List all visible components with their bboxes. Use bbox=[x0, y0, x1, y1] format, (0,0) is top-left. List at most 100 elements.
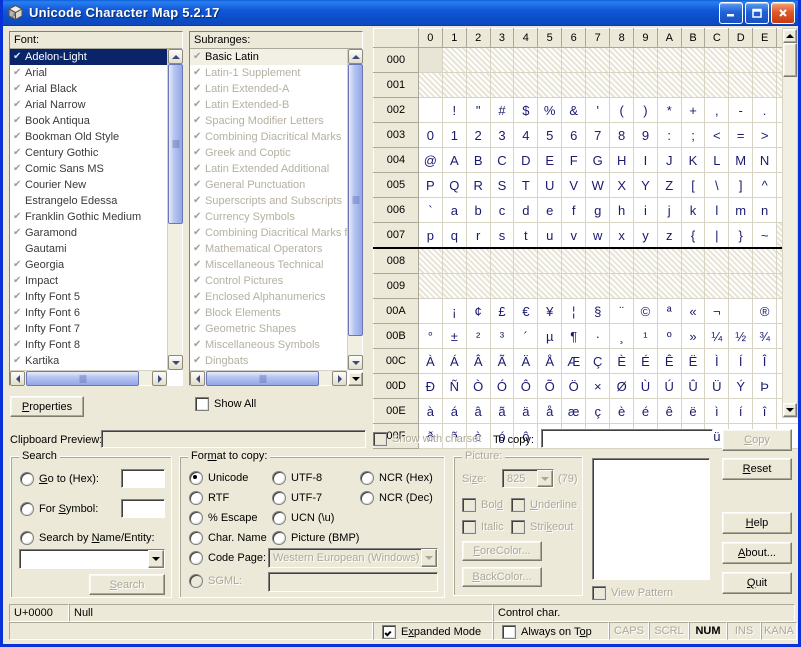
font-scroll-thumb[interactable] bbox=[168, 64, 183, 224]
grid-cell[interactable] bbox=[417, 97, 443, 123]
grid-cell[interactable]: À bbox=[417, 348, 443, 374]
grid-cell[interactable]: h bbox=[609, 197, 635, 223]
grid-cell[interactable]: Ó bbox=[489, 373, 515, 399]
subrange-list-item[interactable]: ✔ Basic Latin bbox=[190, 49, 347, 65]
quit-button[interactable]: Quit bbox=[722, 572, 792, 594]
grid-cell[interactable] bbox=[704, 273, 730, 299]
grid-cell[interactable]: Ä bbox=[513, 348, 539, 374]
subranges-list-hscrollbar[interactable] bbox=[190, 370, 347, 386]
grid-cell[interactable]: Ð bbox=[417, 373, 443, 399]
grid-cell[interactable]: © bbox=[633, 298, 658, 324]
grid-cell[interactable]: ® bbox=[752, 298, 778, 324]
grid-cell[interactable] bbox=[465, 273, 491, 299]
font-list-item[interactable]: ✔ Arial Narrow bbox=[10, 97, 167, 113]
grid-cell[interactable]: K bbox=[680, 147, 706, 173]
reset-button[interactable]: Reset bbox=[722, 458, 792, 480]
grid-cell[interactable] bbox=[728, 247, 754, 274]
grid-cell[interactable] bbox=[656, 273, 682, 299]
grid-cell[interactable]: 5 bbox=[537, 122, 563, 148]
subrange-list-item[interactable]: ✔ Greek and Coptic bbox=[190, 145, 347, 161]
grid-cell[interactable]: v bbox=[561, 222, 587, 249]
grid-cell[interactable] bbox=[537, 273, 563, 299]
grid-cell[interactable] bbox=[513, 47, 539, 73]
subranges-list-vscrollbar[interactable] bbox=[347, 49, 363, 370]
grid-cell[interactable] bbox=[465, 47, 491, 73]
grid-cell[interactable]: ê bbox=[656, 398, 682, 424]
grid-cell[interactable]: 3 bbox=[489, 122, 515, 148]
grid-cell[interactable]: ë bbox=[680, 398, 706, 424]
grid-cell[interactable]: M bbox=[728, 147, 754, 173]
for-symbol-input[interactable] bbox=[121, 499, 165, 518]
grid-cell[interactable] bbox=[489, 47, 515, 73]
grid-cell[interactable]: ¶ bbox=[561, 323, 587, 349]
grid-cell[interactable]: É bbox=[633, 348, 658, 374]
grid-cell[interactable]: Ê bbox=[656, 348, 682, 374]
grid-cell[interactable] bbox=[561, 47, 587, 73]
grid-cell[interactable]: " bbox=[465, 97, 491, 123]
font-list-item[interactable]: ✔ Kartika bbox=[10, 353, 167, 369]
font-list-hscrollbar[interactable] bbox=[10, 370, 167, 386]
subrange-list-item[interactable]: ✔ Mathematical Operators bbox=[190, 241, 347, 257]
subranges-scroll-left-button[interactable] bbox=[190, 371, 205, 386]
font-list-item[interactable]: ✔ Infty Font 8 bbox=[10, 337, 167, 353]
grid-cell[interactable]: # bbox=[489, 97, 515, 123]
maximize-icon[interactable] bbox=[745, 2, 769, 24]
grid-cell[interactable]: j bbox=[656, 197, 682, 223]
grid-cell[interactable] bbox=[537, 47, 563, 73]
grid-cell[interactable]: $ bbox=[513, 97, 539, 123]
grid-cell[interactable]: ' bbox=[585, 97, 611, 123]
grid-cell[interactable] bbox=[441, 247, 467, 274]
grid-cell[interactable]: ¥ bbox=[537, 298, 563, 324]
grid-cell[interactable] bbox=[704, 47, 730, 73]
grid-cell[interactable]: J bbox=[656, 147, 682, 173]
grid-cell[interactable] bbox=[728, 273, 754, 299]
grid-cell[interactable]: x bbox=[609, 222, 635, 249]
grid-cell[interactable]: â bbox=[465, 398, 491, 424]
grid-cell[interactable]: é bbox=[633, 398, 658, 424]
subranges-scroll-up-button[interactable] bbox=[348, 49, 363, 64]
subrange-list-item[interactable]: ✔ Spacing Modifier Letters bbox=[190, 113, 347, 129]
grid-cell[interactable] bbox=[489, 273, 515, 299]
about-button[interactable]: About... bbox=[722, 542, 792, 564]
grid-cell[interactable]: - bbox=[728, 97, 754, 123]
grid-cell[interactable]: X bbox=[609, 172, 635, 198]
grid-cell[interactable]: B bbox=[465, 147, 491, 173]
grid-cell[interactable]: Ú bbox=[656, 373, 682, 399]
font-list-vscrollbar[interactable] bbox=[167, 49, 183, 370]
grid-cell[interactable]: 1 bbox=[441, 122, 467, 148]
grid-cell[interactable]: 2 bbox=[465, 122, 491, 148]
grid-cell[interactable]: % bbox=[537, 97, 563, 123]
subrange-list-item[interactable]: ✔ Superscripts and Subscripts bbox=[190, 193, 347, 209]
grid-cell[interactable]: a bbox=[441, 197, 467, 223]
character-grid[interactable]: 0123456789ABCDEF000001002 !"#$%&'()*+,-.… bbox=[373, 28, 798, 449]
grid-cell[interactable]: D bbox=[513, 147, 539, 173]
subrange-list-item[interactable]: ✔ General Punctuation bbox=[190, 177, 347, 193]
grid-cell[interactable]: F bbox=[561, 147, 587, 173]
grid-cell[interactable] bbox=[752, 47, 778, 73]
grid-cell[interactable]: \ bbox=[704, 172, 730, 198]
grid-cell[interactable] bbox=[656, 247, 682, 274]
grid-cell[interactable] bbox=[680, 247, 706, 274]
grid-cell[interactable] bbox=[752, 72, 778, 98]
grid-cell[interactable]: E bbox=[537, 147, 563, 173]
grid-cell[interactable]: @ bbox=[417, 147, 443, 173]
grid-cell[interactable]: * bbox=[656, 97, 682, 123]
grid-cell[interactable]: í bbox=[728, 398, 754, 424]
grid-cell[interactable] bbox=[656, 47, 682, 73]
format-ucn-radio[interactable]: UCN (\u) bbox=[272, 511, 334, 525]
font-list-item[interactable]: ✔ Courier New bbox=[10, 177, 167, 193]
grid-cell[interactable]: ã bbox=[489, 398, 515, 424]
grid-cell[interactable]: ç bbox=[585, 398, 611, 424]
grid-cell[interactable]: R bbox=[465, 172, 491, 198]
grid-cell[interactable]: ³ bbox=[489, 323, 515, 349]
grid-cell[interactable] bbox=[704, 247, 730, 274]
font-list-item[interactable]: ✔ Century Gothic bbox=[10, 145, 167, 161]
grid-cell[interactable]: 9 bbox=[633, 122, 658, 148]
subranges-list-items[interactable]: ✔ Basic Latin ✔ Latin-1 Supplement ✔ Latin Ex… bbox=[190, 49, 347, 370]
grid-cell[interactable]: m bbox=[728, 197, 754, 223]
format-picture-bmp-radio[interactable]: Picture (BMP) bbox=[272, 531, 359, 545]
grid-cell[interactable]: ; bbox=[680, 122, 706, 148]
grid-cell[interactable]: ± bbox=[441, 323, 467, 349]
font-hscroll-thumb[interactable] bbox=[26, 371, 139, 386]
grid-cell[interactable]: ] bbox=[728, 172, 754, 198]
